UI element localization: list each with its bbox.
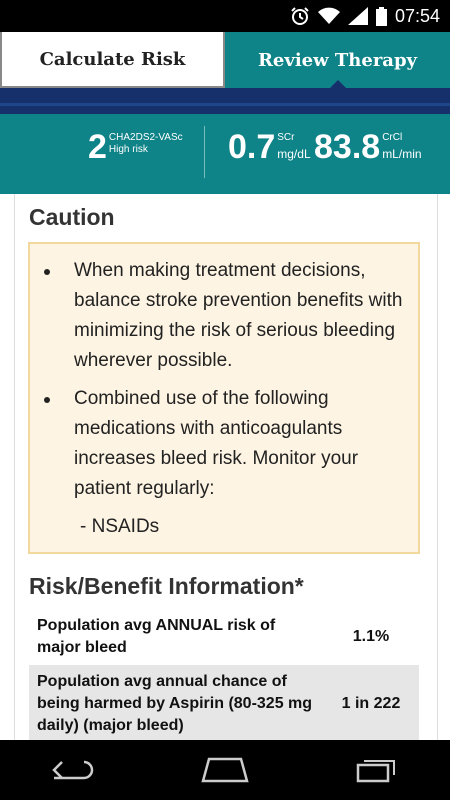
signal-icon — [347, 7, 368, 25]
score-risk-level: High risk — [108, 144, 148, 155]
tab-bar: Calculate Risk Review Therapy — [0, 32, 450, 89]
status-bar: 07:54 — [0, 0, 450, 32]
tab-review-therapy[interactable]: Review Therapy — [225, 32, 450, 89]
tab-calculate-risk[interactable]: Calculate Risk — [0, 32, 225, 88]
row-label: Population avg ANNUAL risk of major blee… — [37, 617, 276, 656]
system-nav-bar — [0, 740, 450, 800]
stats-divider — [204, 126, 205, 178]
caution-item: When making treatment decisions, balance… — [44, 256, 404, 376]
table-row: Population avg annual chance of being ha… — [29, 665, 419, 740]
risk-benefit-heading: Risk/Benefit Information* — [29, 573, 304, 599]
tab-review-therapy-label: Review Therapy — [257, 49, 418, 71]
score-value: 2 — [88, 128, 107, 166]
scr-unit: mg/dL — [277, 147, 311, 161]
row-label: Population avg annual chance of being ha… — [37, 673, 313, 734]
alarm-icon — [290, 6, 310, 26]
score-label: CHA2DS2-VASc — [108, 132, 183, 143]
score-stat: 2 CHA2DS2-VASc High risk — [88, 128, 183, 166]
crcl-label: CrCl — [382, 132, 403, 143]
caution-text: Combined use of the following medication… — [74, 388, 359, 499]
caution-item: Combined use of the following medication… — [44, 384, 404, 504]
tab-calculate-risk-label: Calculate Risk — [39, 48, 186, 70]
table-row: Population avg ANNUAL risk of major blee… — [29, 609, 419, 665]
scr-stat: 0.7 SCr mg/dL — [228, 128, 311, 166]
wifi-icon — [317, 7, 340, 25]
medication-item: - NSAIDs — [80, 516, 160, 537]
caution-heading: Caution — [29, 204, 115, 230]
crcl-unit: mL/min — [382, 147, 422, 161]
status-time: 07:54 — [394, 5, 440, 26]
bullet-icon — [44, 269, 50, 275]
row-value: 1.1% — [352, 628, 390, 645]
crcl-stat: 83.8 CrCl mL/min — [314, 128, 422, 166]
crcl-value: 83.8 — [314, 128, 381, 166]
home-icon[interactable] — [201, 757, 249, 783]
bullet-icon — [44, 397, 50, 403]
battery-icon — [375, 6, 387, 26]
recent-apps-icon[interactable] — [354, 757, 398, 783]
scr-value: 0.7 — [228, 128, 276, 166]
header-stripe — [0, 88, 450, 114]
row-value: 1 in 222 — [341, 695, 401, 712]
patient-stats-bar: 2 CHA2DS2-VASc High risk 0.7 SCr mg/dL 8… — [0, 114, 450, 194]
caution-box: When making treatment decisions, balance… — [28, 242, 420, 554]
scr-label: SCr — [277, 132, 295, 143]
caution-list: When making treatment decisions, balance… — [44, 256, 404, 504]
risk-benefit-table: Population avg ANNUAL risk of major blee… — [29, 609, 419, 740]
back-icon[interactable] — [52, 758, 96, 782]
caution-text: When making treatment decisions, balance… — [74, 260, 403, 371]
review-therapy-content[interactable]: Caution When making treatment decisions,… — [14, 194, 438, 740]
